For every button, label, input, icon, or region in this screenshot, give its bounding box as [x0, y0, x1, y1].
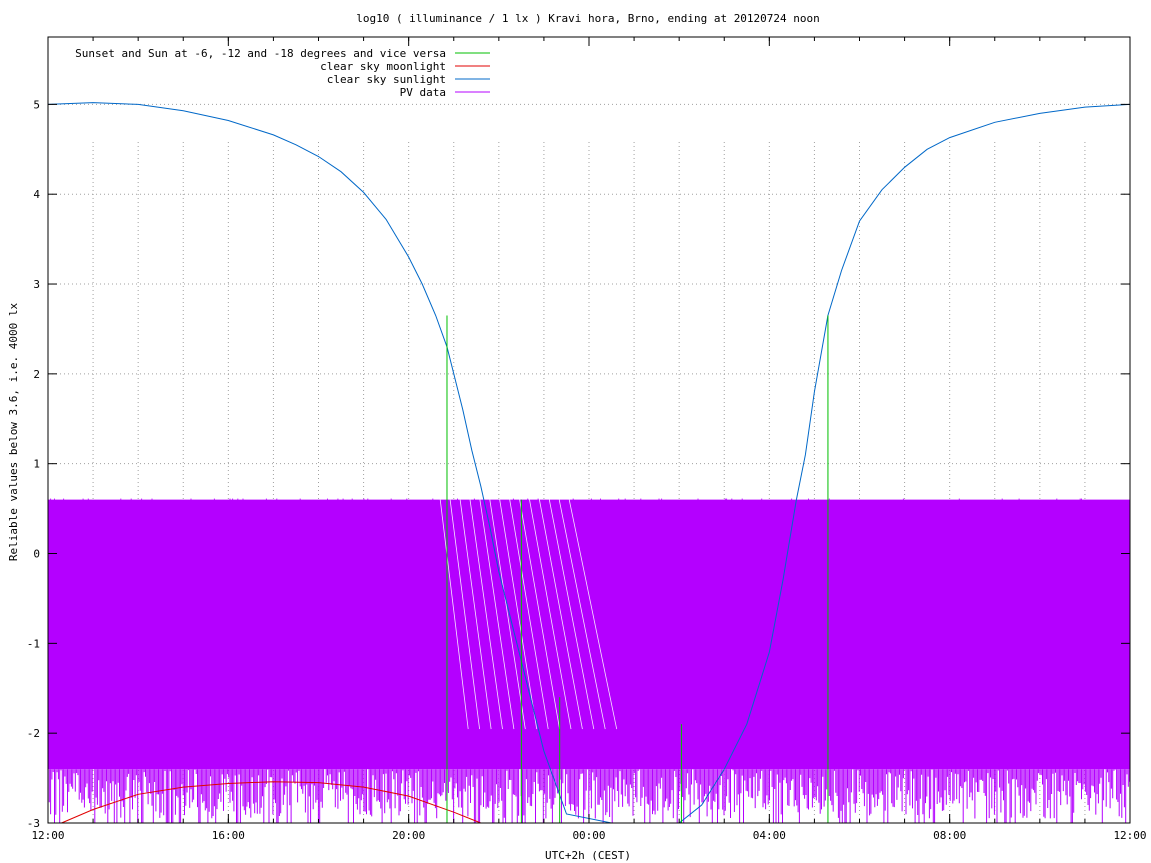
legend-label: clear sky sunlight: [327, 73, 446, 86]
x-tick-label: 12:00: [31, 829, 64, 842]
legend-label: Sunset and Sun at -6, -12 and -18 degree…: [75, 47, 446, 60]
legend-label: PV data: [400, 86, 446, 99]
x-tick-label: 16:00: [212, 829, 245, 842]
x-tick-label: 00:00: [572, 829, 605, 842]
y-axis-label: Reliable values below 3.6, i.e. 4000 lx: [7, 302, 20, 561]
x-axis-label: UTC+2h (CEST): [545, 849, 631, 862]
x-tick-label: 20:00: [392, 829, 425, 842]
pv-data-band: [48, 499, 1130, 770]
legend-label: clear sky moonlight: [320, 60, 446, 73]
chart-title: log10 ( illuminance / 1 lx ) Kravi hora,…: [356, 12, 820, 25]
legend: Sunset and Sun at -6, -12 and -18 degree…: [75, 47, 490, 99]
y-tick-label: 5: [33, 98, 40, 111]
y-tick-label: -2: [27, 727, 40, 740]
y-tick-label: 2: [33, 368, 40, 381]
x-tick-label: 04:00: [753, 829, 786, 842]
chart: log10 ( illuminance / 1 lx ) Kravi hora,…: [7, 12, 1147, 862]
y-tick-label: 4: [33, 188, 40, 201]
x-tick-label: 12:00: [1113, 829, 1146, 842]
x-tick-label: 08:00: [933, 829, 966, 842]
series-pv-data: [47, 498, 1131, 823]
y-tick-label: 1: [33, 458, 40, 471]
y-tick-label: 0: [33, 548, 40, 561]
y-tick-label: 3: [33, 278, 40, 291]
y-tick-label: -1: [27, 637, 40, 650]
